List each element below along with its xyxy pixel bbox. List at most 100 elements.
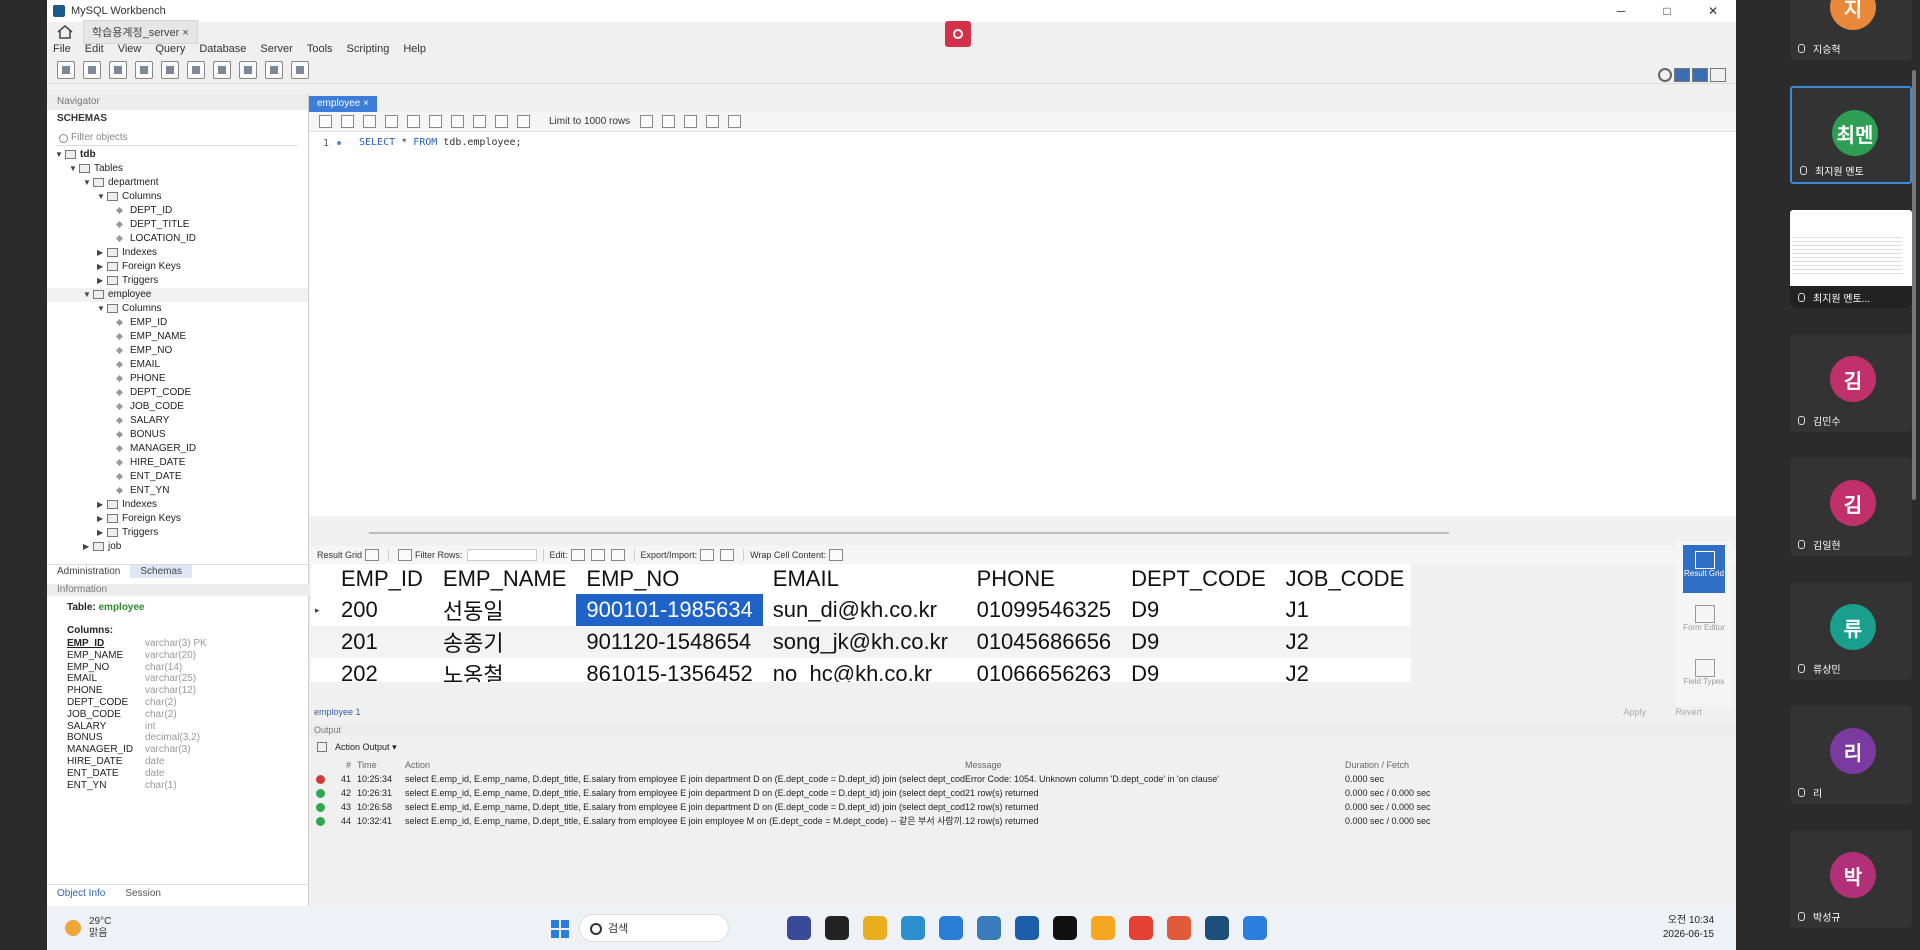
grid-cell[interactable]: J1	[1275, 594, 1411, 626]
system-clock[interactable]: 오전 10:34 2026-06-15	[1663, 914, 1714, 942]
menu-help[interactable]: Help	[403, 43, 426, 55]
tree-node-table[interactable]: ▶ job	[47, 540, 308, 554]
expand-right-icon[interactable]: ▶	[97, 512, 107, 526]
stop-icon[interactable]	[429, 115, 442, 128]
participant-tile[interactable]: 류 류상민	[1790, 582, 1912, 680]
grid-column-header[interactable]: PHONE	[967, 564, 1122, 594]
menu-scripting[interactable]: Scripting	[347, 43, 390, 55]
tree-node-column[interactable]: DEPT_CODE	[47, 386, 308, 400]
tree-node-column[interactable]: BONUS	[47, 428, 308, 442]
grid-cell[interactable]: 202	[331, 658, 433, 682]
grid-cell[interactable]: D9	[1121, 626, 1276, 658]
menu-view[interactable]: View	[118, 43, 142, 55]
create-view-icon[interactable]	[187, 60, 205, 79]
reconnect-icon[interactable]	[291, 60, 309, 79]
limit-rows-select[interactable]: Limit to 1000 rows	[549, 116, 630, 127]
new-sql-tab-icon[interactable]	[57, 60, 75, 79]
participant-tile[interactable]: 박 박성규	[1790, 830, 1912, 928]
execute-current-icon[interactable]	[385, 115, 398, 128]
tree-node-column[interactable]: DEPT_TITLE	[47, 218, 308, 232]
grid-cell[interactable]: D9	[1121, 594, 1276, 626]
grid-cell[interactable]: 901120-1548654	[576, 626, 763, 658]
expand-right-icon[interactable]: ▶	[97, 274, 107, 288]
expand-right-icon[interactable]: ▶	[97, 526, 107, 540]
toggle-sidebar-icon[interactable]	[1674, 68, 1690, 82]
grid-column-header[interactable]: JOB_CODE	[1276, 564, 1411, 594]
taskbar-app-icon[interactable]	[863, 916, 887, 940]
participant-tile[interactable]: 리리	[1790, 706, 1912, 804]
create-procedure-icon[interactable]	[213, 60, 231, 79]
expand-down-icon[interactable]: ▼	[97, 190, 107, 204]
result-tab-employee[interactable]: employee 1	[314, 707, 361, 717]
grid-column-header[interactable]: EMP_ID	[331, 564, 433, 594]
invisible-chars-icon[interactable]	[706, 115, 720, 128]
expand-right-icon[interactable]: ▶	[97, 246, 107, 260]
grid-cell[interactable]: J2	[1275, 658, 1411, 682]
beautify-icon[interactable]	[640, 115, 654, 128]
participant-tile[interactable]: 김 김민수	[1790, 334, 1912, 432]
commit-icon[interactable]	[473, 115, 486, 128]
output-type-select[interactable]: Action Output ▾	[335, 742, 455, 753]
explain-icon[interactable]	[407, 115, 420, 128]
filter-rows-input[interactable]	[466, 549, 537, 561]
import-icon[interactable]	[720, 549, 735, 561]
tree-node-column[interactable]: SALARY	[47, 414, 308, 428]
menu-database[interactable]: Database	[199, 43, 246, 55]
tree-node-column[interactable]: MANAGER_ID	[47, 442, 308, 456]
grid-cell[interactable]: no_hc@kh.co.kr	[762, 658, 967, 682]
search-table-data-icon[interactable]	[265, 60, 283, 79]
tree-node-folder[interactable]: ▶ Triggers	[47, 526, 308, 540]
expand-down-icon[interactable]: ▼	[83, 176, 93, 190]
expand-down-icon[interactable]: ▼	[83, 288, 93, 302]
expand-right-icon[interactable]: ▶	[97, 260, 107, 274]
output-row[interactable]: 41 10:25:34 select E.emp_id, E.emp_name, D…	[309, 772, 1736, 786]
tree-node-folder[interactable]: ▶ Indexes	[47, 498, 308, 512]
field-types-button[interactable]: Field Types	[1683, 653, 1725, 701]
execute-icon[interactable]	[363, 115, 376, 128]
menu-tools[interactable]: Tools	[307, 43, 333, 55]
revert-button[interactable]: Revert	[1675, 704, 1702, 720]
tree-node-column[interactable]: EMAIL	[47, 358, 308, 372]
tree-node-folder[interactable]: ▶ Indexes	[47, 246, 308, 260]
connection-tab-close-icon[interactable]: ×	[182, 27, 188, 39]
expand-right-icon[interactable]: ▶	[97, 498, 107, 512]
tab-administration[interactable]: Administration	[47, 565, 130, 578]
tree-node-column[interactable]: JOB_CODE	[47, 400, 308, 414]
row-selector[interactable]: ▸	[311, 594, 331, 626]
sql-editor[interactable]: 1 SELECT * FROM tdb.employee;	[309, 132, 1736, 516]
participant-tile[interactable]: 김 김일현	[1790, 458, 1912, 556]
grid-cell[interactable]: 01066656263	[966, 658, 1122, 682]
query-tab-close-icon[interactable]: ×	[363, 98, 369, 109]
grid-cell[interactable]: 01045686656	[966, 626, 1122, 658]
taskbar-app-icon[interactable]	[977, 916, 1001, 940]
taskbar-app-icon[interactable]	[1053, 916, 1077, 940]
tree-node-folder[interactable]: ▶ Foreign Keys	[47, 260, 308, 274]
row-selector[interactable]	[311, 626, 331, 658]
export-icon[interactable]	[700, 549, 715, 561]
tree-node-column[interactable]: ENT_YN	[47, 484, 308, 498]
output-row[interactable]: 43 10:26:58 select E.emp_id, E.emp_name, D…	[309, 800, 1736, 814]
tree-node-folder[interactable]: ▼ Tables	[47, 162, 308, 176]
start-button-icon[interactable]	[551, 920, 569, 938]
wrap-lines-icon[interactable]	[728, 115, 742, 128]
grid-cell[interactable]: 861015-1356452	[576, 658, 763, 682]
tree-node-table[interactable]: ▼ employee	[47, 288, 308, 302]
grid-cell[interactable]: 노옹철	[432, 658, 577, 682]
magnifier-icon[interactable]	[684, 115, 698, 128]
grid-cell[interactable]: D9	[1121, 658, 1276, 682]
grid-cell[interactable]: 01099546325	[966, 594, 1122, 626]
taskbar-app-icon[interactable]	[1015, 916, 1039, 940]
create-schema-icon[interactable]	[135, 60, 153, 79]
record-button[interactable]	[945, 21, 971, 47]
grid-cell[interactable]: 선동일	[432, 594, 577, 626]
close-button[interactable]: ✕	[1690, 0, 1736, 22]
connection-tab[interactable]: 학습용계정_server ×	[83, 20, 198, 44]
tree-node-folder[interactable]: ▶ Foreign Keys	[47, 512, 308, 526]
tree-node-folder[interactable]: ▶ Triggers	[47, 274, 308, 288]
grid-cell[interactable]: 900101-1985634	[576, 594, 763, 626]
participant-tile[interactable]: 최지원 멘토...	[1790, 210, 1912, 308]
toggle-secondary-sidebar-icon[interactable]	[1710, 68, 1726, 82]
grid-row[interactable]: 202 노옹철 861015-1356452 no_hc@kh.co.kr 010666…	[311, 658, 1411, 682]
taskbar-app-icon[interactable]	[1243, 916, 1267, 940]
tree-node-column[interactable]: HIRE_DATE	[47, 456, 308, 470]
